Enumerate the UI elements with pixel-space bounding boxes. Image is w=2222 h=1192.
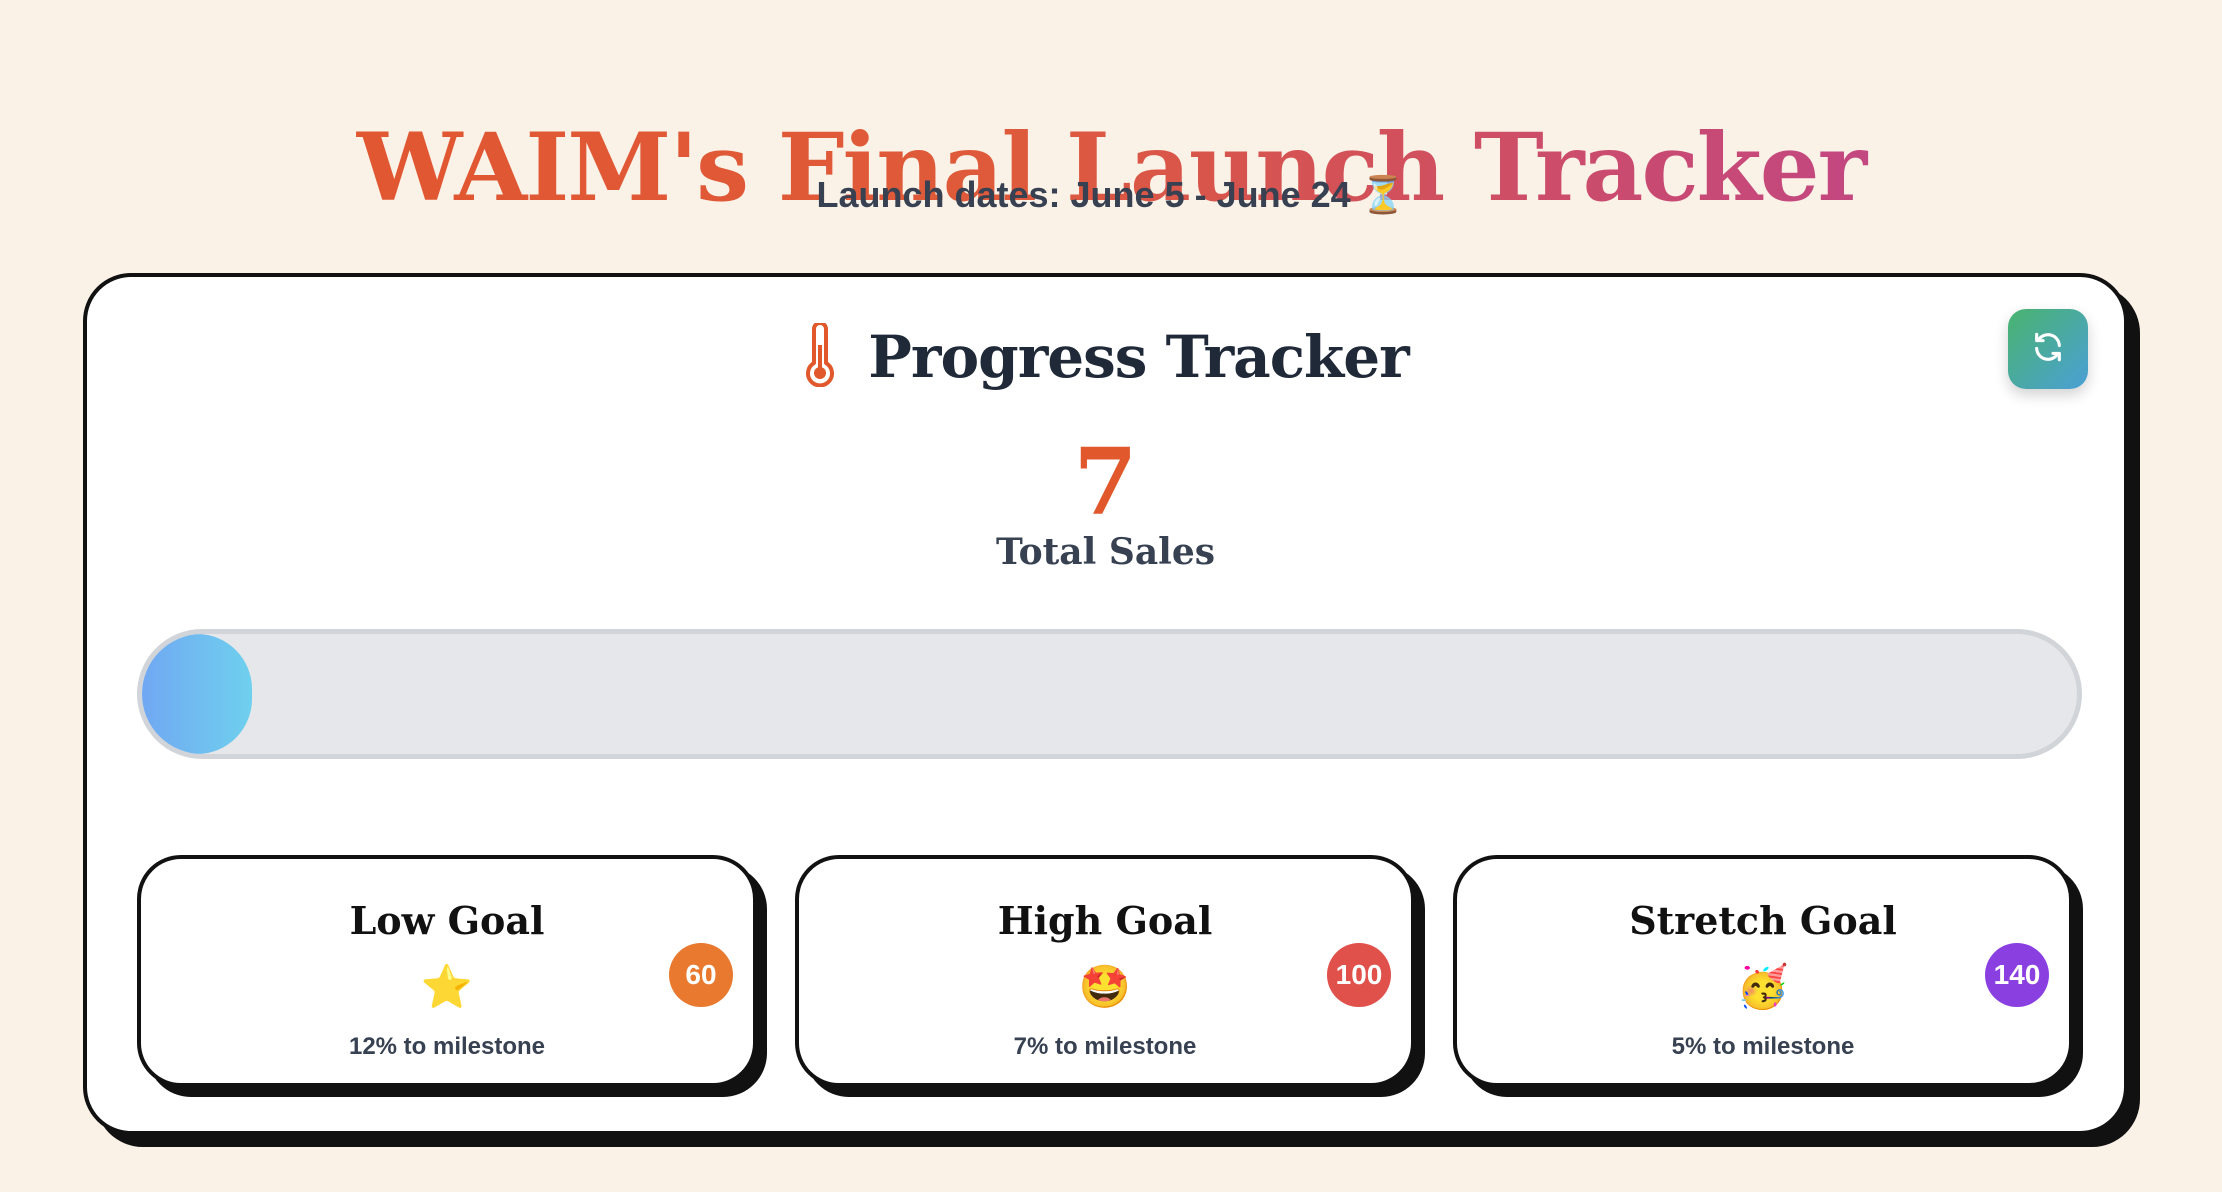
sales-progress-fill [142,634,252,754]
goal-title: High Goal [997,898,1213,943]
goal-title: Stretch Goal [1629,898,1897,943]
goal-target-badge: 100 [1327,943,1391,1007]
partying-face-icon: 🥳 [1736,962,1790,1011]
progress-tracker-card: Progress Tracker 7 Total Sales Low Goal … [83,273,2128,1135]
tracker-heading: Progress Tracker [87,317,2124,397]
goal-progress-text: 7% to milestone [1013,1033,1197,1060]
tracker-title: Progress Tracker [868,323,1409,391]
goal-progress-text: 12% to milestone [348,1033,546,1060]
sales-progress-bar [137,629,2082,759]
goal-card-low: Low Goal ⭐ 12% to milestone 60 [137,855,757,1087]
goal-cards: Low Goal ⭐ 12% to milestone 60 High Goal… [137,855,2082,1105]
goal-title: Low Goal [349,898,545,943]
total-sales-label: Total Sales [995,531,1215,573]
goal-target-badge: 60 [669,943,733,1007]
star-struck-icon: 🤩 [1078,962,1132,1011]
total-sales-value: 7 [1073,428,1138,536]
goal-target-badge: 140 [1985,943,2049,1007]
goal-card-high: High Goal 🤩 7% to milestone 100 [795,855,1415,1087]
goal-card-stretch: Stretch Goal 🥳 5% to milestone 140 [1453,855,2073,1087]
thermometer-icon [802,320,838,392]
goal-progress-text: 5% to milestone [1671,1033,1855,1060]
launch-dates-subtitle: Launch dates: June 5 - June 24 ⏳ [816,174,1406,215]
star-icon: ⭐ [420,962,474,1011]
